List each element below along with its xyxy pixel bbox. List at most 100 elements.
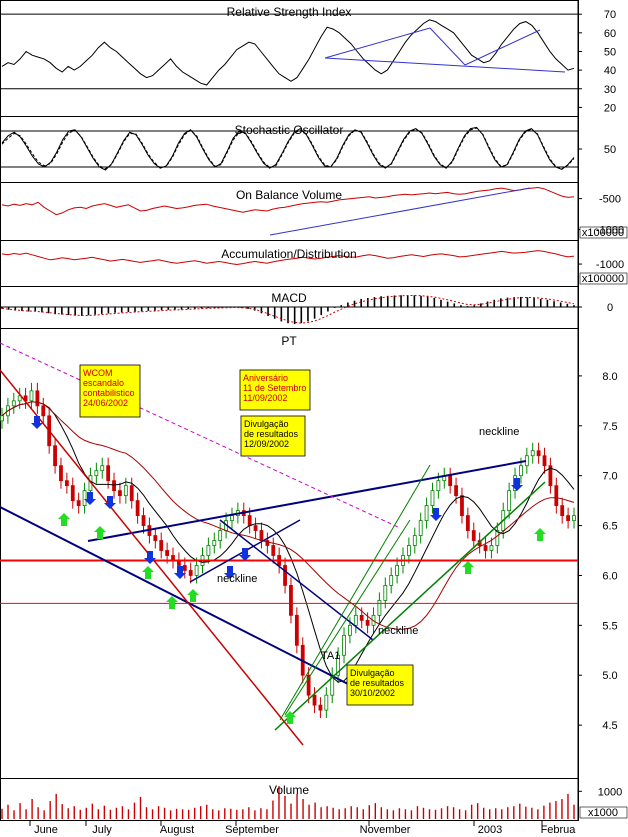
candle-body-48 — [283, 565, 287, 586]
candle-body-42 — [247, 515, 252, 526]
ytick-label-0-1: 60 — [604, 28, 616, 40]
ytick-label-5-1: 7.5 — [602, 421, 617, 433]
candle-body-7 — [41, 405, 46, 417]
ytick-label-5-0: 8.0 — [602, 371, 617, 383]
ytick-label-5-2: 7.0 — [602, 471, 617, 483]
axis-multiplier-2: x100000 — [582, 227, 624, 239]
ytick-label-1-0: 50 — [604, 144, 616, 156]
candle-body-27 — [159, 540, 164, 551]
candle-body-73 — [430, 490, 435, 507]
candle-body-13 — [76, 500, 81, 507]
candle-body-91 — [536, 450, 541, 457]
x-tick-label-5: 2003 — [478, 824, 502, 836]
candle-body-88 — [519, 465, 523, 477]
x-tick-label-3: September — [225, 824, 279, 836]
candle-body-66 — [389, 575, 394, 586]
x-tick-label-4: November — [360, 824, 411, 836]
x-tick-label-0: June — [34, 824, 58, 836]
candle-body-65 — [383, 585, 388, 601]
ytick-label-2-0: -500 — [599, 194, 621, 206]
candle-body-92 — [542, 455, 547, 467]
candle-body-71 — [418, 520, 423, 536]
candle-body-94 — [554, 485, 559, 507]
panel-title-4: MACD — [271, 291, 307, 305]
candle-body-37 — [218, 530, 223, 541]
candle-body-44 — [259, 530, 264, 541]
candle-body-46 — [271, 545, 276, 556]
pattern-label-2: neckline — [378, 625, 418, 637]
candle-body-90 — [530, 450, 535, 457]
ytick-label-4-0: 0 — [607, 302, 613, 314]
ytick-label-0-3: 40 — [604, 65, 616, 77]
candle-body-22 — [129, 485, 134, 502]
candle-body-54 — [318, 704, 323, 711]
candle-body-49 — [289, 585, 293, 616]
candle-body-70 — [412, 535, 417, 546]
candle-body-72 — [424, 505, 429, 521]
candle-body-82 — [483, 545, 488, 551]
candle-body-36 — [212, 540, 217, 546]
candle-body-2 — [11, 400, 16, 407]
candle-body-95 — [560, 505, 565, 516]
candle-body-35 — [206, 545, 211, 556]
annotation-text-0-2: contabilistico — [83, 388, 135, 398]
candle-body-50 — [294, 614, 299, 646]
ytick-label-0-2: 50 — [604, 46, 616, 58]
candle-body-86 — [507, 490, 512, 511]
candle-body-14 — [82, 490, 87, 507]
candle-body-18 — [106, 465, 111, 482]
panel-title-3: Accumulation/Distribution — [221, 247, 356, 261]
candle-body-97 — [572, 515, 576, 521]
candle-body-26 — [153, 535, 158, 541]
annotation-text-2-0: Divulgação — [244, 419, 289, 429]
candle-body-61 — [359, 614, 364, 621]
candle-body-43 — [253, 525, 258, 531]
candle-body-58 — [342, 634, 346, 656]
ytick-label-5-6: 5.0 — [602, 670, 617, 682]
annotation-text-0-3: 24/06/2002 — [83, 398, 128, 408]
pattern-label-1: neckline — [217, 573, 257, 585]
candle-body-74 — [436, 480, 441, 492]
candle-body-55 — [324, 694, 329, 711]
annotation-text-0-1: escandalo — [83, 378, 124, 388]
candle-body-21 — [123, 485, 128, 497]
candle-body-59 — [348, 624, 352, 636]
panel-title-6: Volume — [269, 783, 309, 797]
candle-body-33 — [194, 565, 199, 576]
stock-chart: WCOMescandalocontabilistico24/06/2002 Ani… — [0, 0, 628, 837]
panel-title-1: Stochastic Oscillator — [235, 123, 344, 137]
candle-body-5 — [29, 390, 34, 402]
ytick-label-3-0: -1000 — [596, 259, 624, 271]
candle-body-20 — [118, 490, 122, 497]
annotation-text-3-1: de resultados — [350, 678, 405, 688]
candle-body-69 — [406, 545, 411, 556]
x-tick-label-1: July — [92, 824, 112, 836]
candle-body-77 — [454, 485, 458, 497]
candle-body-12 — [70, 485, 75, 502]
ytick-label-0-4: 30 — [604, 84, 616, 96]
pattern-label-3: TA1 — [321, 650, 340, 662]
ytick-label-5-4: 6.0 — [602, 570, 617, 582]
annotation-text-1-2: 11/09/2002 — [243, 393, 287, 403]
candle-body-19 — [112, 480, 116, 492]
candle-body-67 — [395, 565, 399, 576]
candle-body-23 — [135, 500, 140, 516]
candle-body-83 — [489, 545, 494, 551]
x-tick-label-6: Februa — [541, 824, 577, 836]
candle-body-17 — [100, 465, 105, 472]
ytick-label-0-0: 70 — [604, 9, 616, 21]
candle-body-10 — [59, 465, 63, 482]
candle-body-96 — [566, 515, 571, 521]
annotation-text-2-2: 12/09/2002 — [244, 439, 289, 449]
candle-body-79 — [465, 515, 470, 531]
pattern-label-0: neckline — [479, 426, 519, 438]
candle-body-6 — [35, 390, 40, 407]
axis-multiplier-3: x100000 — [582, 273, 624, 285]
candle-body-0 — [0, 415, 4, 422]
candle-body-78 — [460, 495, 464, 516]
candle-body-76 — [448, 475, 453, 487]
ytick-label-6-0: 1000 — [598, 786, 622, 798]
annotation-text-2-1: de resultados — [244, 429, 299, 439]
candle-body-11 — [64, 480, 69, 487]
panel-title-0: Relative Strength Index — [227, 5, 352, 19]
